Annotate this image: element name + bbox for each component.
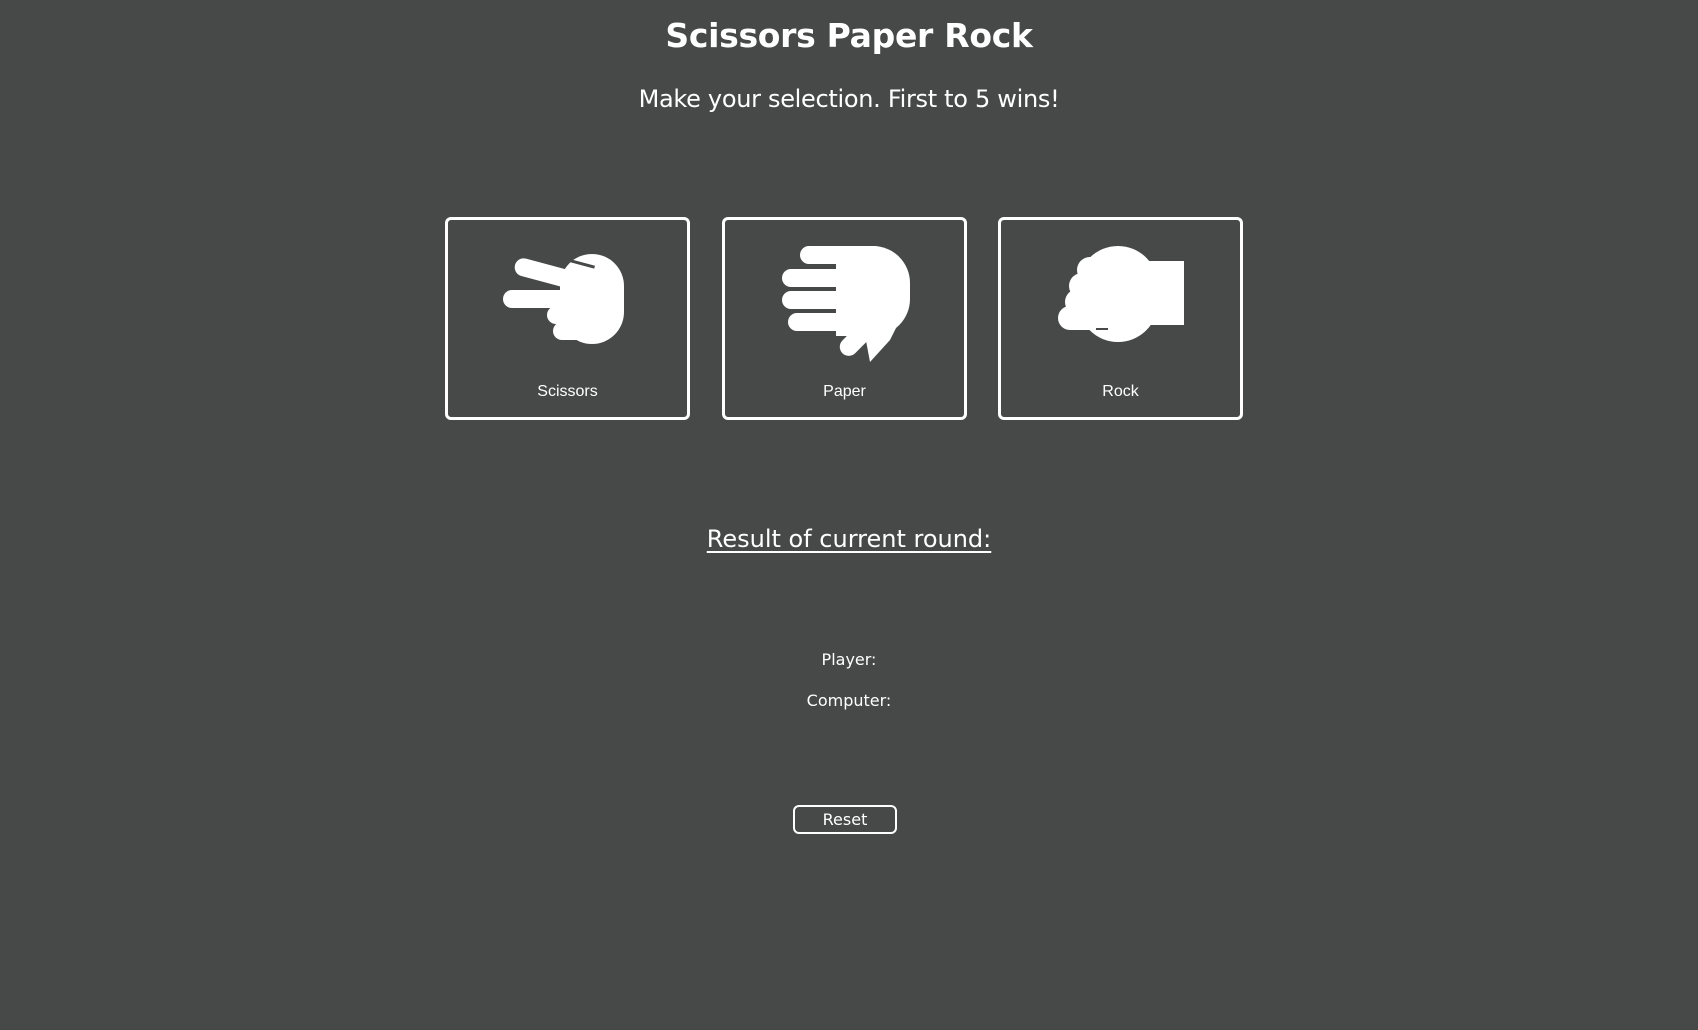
- hand-rock-icon: [1001, 244, 1240, 364]
- paper-label: Paper: [823, 383, 866, 400]
- instructions-text: Make your selection. First to 5 wins!: [638, 85, 1060, 113]
- page-title: Scissors Paper Rock: [665, 16, 1033, 55]
- rock-button[interactable]: Rock: [998, 217, 1243, 420]
- scissors-button[interactable]: Scissors: [445, 217, 690, 420]
- paper-button[interactable]: Paper: [722, 217, 967, 420]
- computer-score-label: Computer:: [806, 691, 892, 710]
- player-score-label: Player:: [821, 650, 877, 669]
- player-score: Player:: [0, 650, 1698, 670]
- reset-button[interactable]: Reset: [793, 805, 897, 834]
- hand-scissors-icon: [448, 244, 687, 364]
- rock-label: Rock: [1102, 383, 1139, 400]
- hand-paper-icon: [725, 244, 964, 364]
- computer-score: Computer:: [0, 691, 1698, 711]
- round-result-heading: Result of current round:: [706, 525, 992, 553]
- scissors-label: Scissors: [537, 383, 598, 400]
